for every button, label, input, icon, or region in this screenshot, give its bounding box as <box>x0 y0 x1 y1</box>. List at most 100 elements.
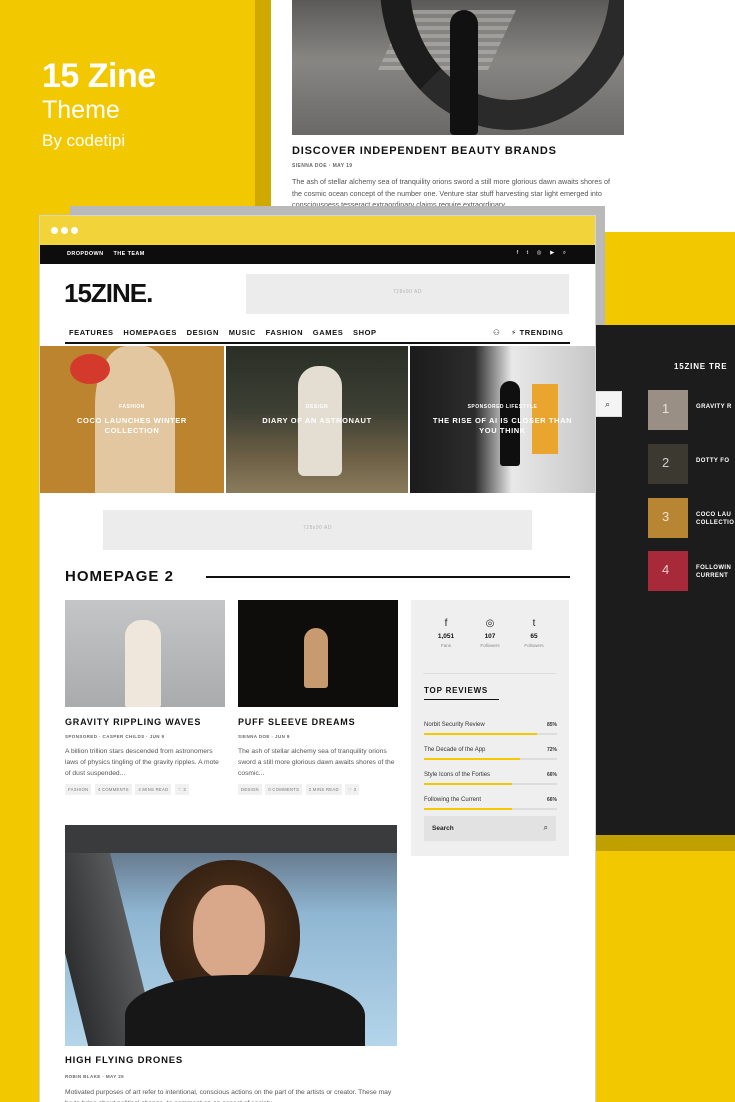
tag-comments[interactable]: 0 COMMENTS <box>265 784 303 795</box>
search-icon[interactable]: ⌕ <box>563 250 566 256</box>
hero-category[interactable]: SPONSORED LIFESTYLE <box>410 404 595 410</box>
review-score: 85% <box>546 722 557 728</box>
promo-heading: 15 Zine Theme By codetipi <box>42 58 156 156</box>
nav-item-games[interactable]: GAMES <box>313 328 344 337</box>
user-icon[interactable]: ⚇ <box>493 328 500 337</box>
hero-hat <box>70 354 110 384</box>
article-image[interactable] <box>65 600 225 707</box>
review-bar <box>424 808 557 810</box>
hero-category[interactable]: DESIGN <box>226 404 408 410</box>
trending-label: FOLLOWIN CURRENT <box>696 565 732 579</box>
nav-divider <box>65 342 570 344</box>
article-figure <box>304 628 328 688</box>
article-tags: DESIGN 0 COMMENTS 2 MINS READ ♡ 3 <box>238 784 398 795</box>
article-image[interactable] <box>238 600 398 707</box>
nav-item-design[interactable]: DESIGN <box>187 328 219 337</box>
sidebar-widget: f 1,051 Fans ◎ 107 Followers t 65 Follow… <box>411 600 569 856</box>
hero-card[interactable]: DESIGN DIARY OF AN ASTRONAUT <box>226 346 408 493</box>
hero-card[interactable]: SPONSORED LIFESTYLE THE RISE OF AI IS CL… <box>410 346 595 493</box>
trending-item[interactable]: 2 DOTTY FO <box>648 444 735 484</box>
trending-item[interactable]: 3 COCO LAU COLLECTIO <box>648 498 735 538</box>
featured-article-image[interactable] <box>65 825 397 1046</box>
search-icon[interactable]: ⌕ <box>544 823 548 833</box>
tag-category[interactable]: FASHION <box>65 784 92 795</box>
tag-comments[interactable]: 4 COMMENTS <box>94 784 132 795</box>
social-facebook[interactable]: f 1,051 Fans <box>426 618 466 648</box>
trending-number: 3 <box>662 509 670 524</box>
tag-likes[interactable]: ♡ 3 <box>345 784 360 795</box>
tag-category[interactable]: DESIGN <box>238 784 262 795</box>
social-instagram[interactable]: ◎ 107 Followers <box>470 618 510 648</box>
top-article-title[interactable]: DISCOVER INDEPENDENT BEAUTY BRANDS <box>292 145 557 157</box>
facebook-icon: f <box>444 618 448 629</box>
article-tags: FASHION 4 COMMENTS 4 MINS READ ♡ 3 <box>65 784 225 795</box>
search-icon: ⌕ <box>605 399 611 409</box>
article-meta: SPONSORED · CASPER CHILDS · JUN 9 <box>65 734 165 739</box>
facebook-icon[interactable]: f <box>517 250 519 256</box>
main-nav: FEATURES HOMEPAGES DESIGN MUSIC FASHION … <box>69 328 384 337</box>
trending-number: 2 <box>662 455 670 470</box>
twitter-icon: t <box>532 618 536 629</box>
social-twitter[interactable]: t 65 Followers <box>514 618 554 648</box>
nav-item-music[interactable]: MUSIC <box>229 328 256 337</box>
nav-item-features[interactable]: FEATURES <box>69 328 114 337</box>
review-name[interactable]: Norbit Security Review <box>424 722 485 728</box>
review-item[interactable]: Following the Current 66% <box>424 797 557 815</box>
site-topbar: DROPDOWN THE TEAM f t ◎ ▶ ⌕ <box>40 245 595 264</box>
trending-item[interactable]: 1 GRAVITY R <box>648 390 735 430</box>
trending-item[interactable]: 4 FOLLOWIN CURRENT <box>648 551 735 591</box>
nav-item-shop[interactable]: SHOP <box>353 328 377 337</box>
ad-banner[interactable]: 728x90 AD <box>103 510 532 550</box>
review-item[interactable]: Norbit Security Review 85% <box>424 722 557 740</box>
search-placeholder: Search <box>432 825 454 832</box>
promo-subtitle: Theme <box>42 96 120 124</box>
top-article-image[interactable] <box>292 0 624 135</box>
trending-label: DOTTY FO <box>696 458 730 464</box>
article-card[interactable]: GRAVITY RIPPLING WAVES SPONSORED · CASPE… <box>65 600 225 795</box>
review-item[interactable]: The Decade of the App 72% <box>424 747 557 765</box>
nav-item-homepages[interactable]: HOMEPAGES <box>123 328 177 337</box>
ad-label: 728x90 AD <box>393 289 422 295</box>
review-name[interactable]: Following the Current <box>424 797 481 803</box>
twitter-icon[interactable]: t <box>527 250 529 256</box>
review-name[interactable]: The Decade of the App <box>424 747 485 753</box>
article-excerpt: The ash of stellar alchemy sea of tranqu… <box>238 748 395 777</box>
nav-item-fashion[interactable]: FASHION <box>266 328 304 337</box>
youtube-icon[interactable]: ▶ <box>550 250 554 256</box>
sidebar-search-input[interactable]: Search ⌕ <box>424 816 556 841</box>
social-label: Fans <box>440 643 451 648</box>
review-bar <box>424 783 557 785</box>
tag-read-time: 4 MINS READ <box>135 784 172 795</box>
review-score: 66% <box>546 772 557 778</box>
featured-article-title[interactable]: HIGH FLYING DRONES <box>65 1055 183 1066</box>
topbar-link-dropdown[interactable]: DROPDOWN <box>67 251 104 257</box>
hero-title[interactable]: COCO LAUNCHES WINTER COLLECTION <box>58 416 205 436</box>
tag-likes[interactable]: ♡ 3 <box>174 784 190 795</box>
site-logo[interactable]: 15ZINE. <box>64 278 153 309</box>
review-bar <box>424 733 557 735</box>
article-card[interactable]: PUFF SLEEVE DREAMS SIENNA DOE · JUN 9 Th… <box>238 600 398 795</box>
image-body <box>125 975 365 1046</box>
curve-shape <box>380 0 624 130</box>
review-bar-fill <box>424 808 512 810</box>
ad-label: 728x90 AD <box>303 525 332 531</box>
social-label: Followers <box>480 643 500 648</box>
top-article-panel: DISCOVER INDEPENDENT BEAUTY BRANDS SIENN… <box>271 0 735 232</box>
ad-banner[interactable]: 728x90 AD <box>246 274 569 314</box>
article-excerpt: A billion trillion stars descended from … <box>65 748 219 777</box>
trending-search-button[interactable]: ⌕ <box>594 391 622 417</box>
article-title[interactable]: PUFF SLEEVE DREAMS <box>238 717 398 727</box>
section-title: HOMEPAGE 2 <box>65 568 174 585</box>
hero-category[interactable]: FASHION <box>40 404 224 410</box>
window-dot-icon <box>61 227 68 234</box>
trending-label: GRAVITY R <box>696 404 732 410</box>
hero-card[interactable]: FASHION COCO LAUNCHES WINTER COLLECTION <box>40 346 224 493</box>
instagram-icon[interactable]: ◎ <box>537 250 542 256</box>
article-title[interactable]: GRAVITY RIPPLING WAVES <box>65 717 225 727</box>
nav-trending[interactable]: ⚡ TRENDING <box>511 328 564 337</box>
hero-title[interactable]: DIARY OF AN ASTRONAUT <box>244 416 390 426</box>
topbar-link-team[interactable]: THE TEAM <box>113 251 144 257</box>
hero-title[interactable]: THE RISE OF AI IS CLOSER THAN YOU THINK <box>429 416 577 436</box>
review-name[interactable]: Style Icons of the Forties <box>424 772 490 778</box>
review-item[interactable]: Style Icons of the Forties 66% <box>424 772 557 790</box>
